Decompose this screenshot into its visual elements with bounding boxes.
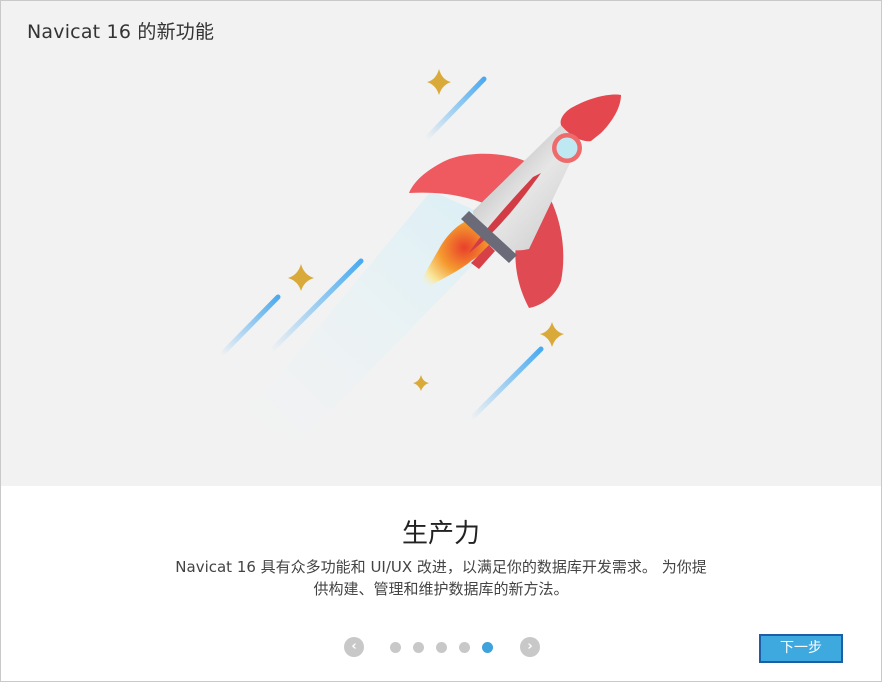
description-line-2: 供构建、管理和维护数据库的新方法。 [313,580,569,598]
page-dot-4[interactable] [459,642,470,653]
feature-description: Navicat 16 具有众多功能和 UI/UX 改进，以满足你的数据库开发需求… [141,556,741,600]
page-dot-1[interactable] [390,642,401,653]
hero-panel: Navicat 16 的新功能 [1,1,881,486]
chevron-right-icon: › [527,639,533,654]
page-dot-2[interactable] [413,642,424,653]
chevron-left-icon: ‹ [351,639,357,654]
next-page-arrow-button[interactable]: › [520,637,540,657]
page-dot-5[interactable] [482,642,493,653]
description-line-1: Navicat 16 具有众多功能和 UI/UX 改进，以满足你的数据库开发需求… [175,558,707,576]
rocket-illustration [218,69,621,441]
previous-page-button[interactable]: ‹ [344,637,364,657]
whats-new-window: Navicat 16 的新功能 生产力 Navicat 16 具有众多功能和 U… [0,0,882,682]
next-step-button[interactable]: 下一步 [759,634,843,663]
feature-heading: 生产力 [401,519,480,549]
page-indicator: ‹ › [1,636,881,658]
page-dot-3[interactable] [436,642,447,653]
